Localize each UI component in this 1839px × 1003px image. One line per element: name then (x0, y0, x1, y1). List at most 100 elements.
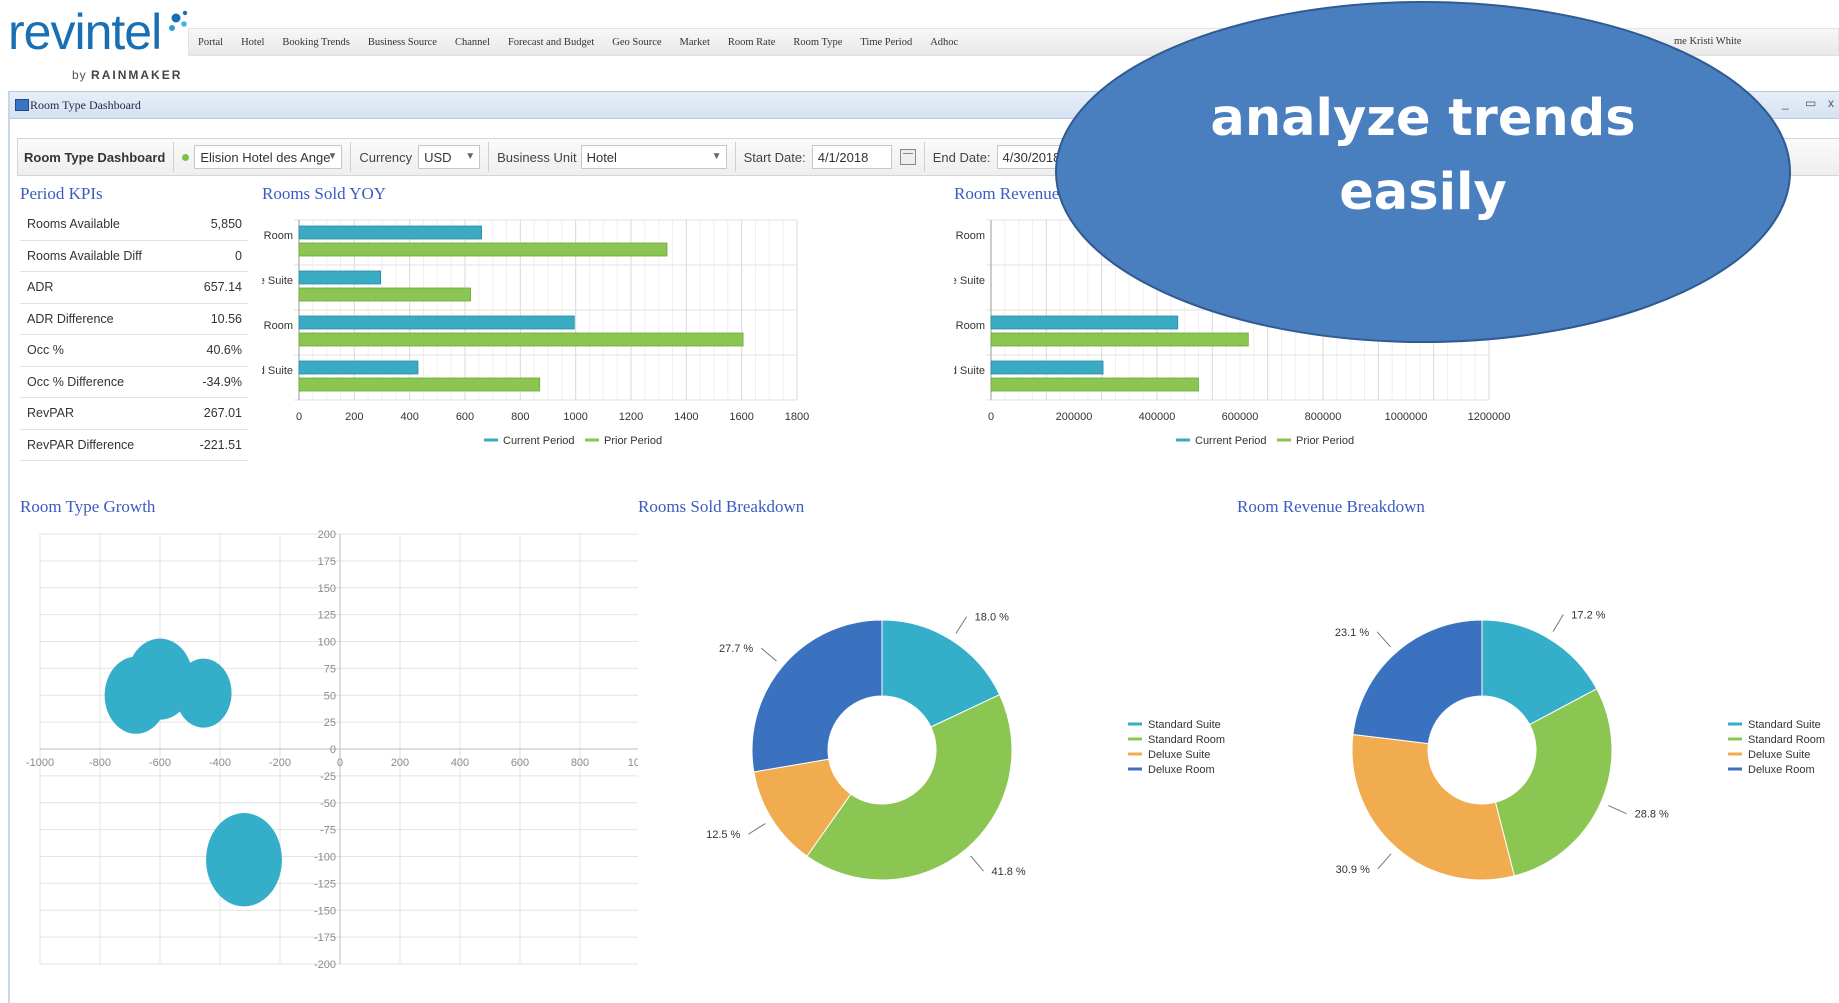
menu-item-market[interactable]: Market (671, 37, 719, 48)
y-tick-label: -200 (314, 959, 336, 971)
kpi-value: -221.51 (199, 437, 242, 452)
slice-leader-line (1608, 805, 1627, 815)
slice-leader-line (1552, 614, 1564, 632)
kpi-label: Rooms Available Diff (27, 248, 142, 263)
business-unit-select[interactable]: Hotel ▼ (580, 145, 727, 169)
slice-value-label: 23.1 % (1335, 627, 1369, 639)
chevron-down-icon: ▼ (465, 151, 476, 162)
slice-value-label: 18.0 % (975, 612, 1009, 624)
menu-item-business-source[interactable]: Business Source (359, 37, 446, 48)
start-date-calendar-icon[interactable] (899, 149, 916, 165)
kpi-table: Rooms Available 5,850 Rooms Available Diff… (20, 209, 248, 461)
callout-text: analyze trends easily (1052, 82, 1794, 230)
menu-item-portal[interactable]: Portal (189, 37, 232, 48)
bubble-point (206, 813, 282, 907)
kpi-value: -34.9% (202, 374, 242, 389)
y-tick-label: 0 (330, 744, 336, 756)
kpi-label: ADR (27, 280, 54, 295)
slice-standard-room (1494, 688, 1613, 877)
x-tick-label: -800 (89, 757, 111, 769)
bar-prior-period (298, 287, 471, 302)
window-icon (15, 99, 29, 111)
x-tick-label: 1200000 (1468, 411, 1511, 423)
maximize-button[interactable]: ▭ (1805, 96, 1816, 110)
kpi-row: RevPAR 267.01 (20, 398, 248, 430)
y-tick-label: 25 (324, 717, 336, 729)
menu-item-forecast-budget[interactable]: Forecast and Budget (499, 37, 603, 48)
legend-label-current: Current Period (1195, 435, 1267, 447)
kpi-label: Occ % Difference (27, 374, 125, 389)
menu-item-room-type[interactable]: Room Type (784, 37, 851, 48)
kpi-label: RevPAR Difference (27, 437, 135, 452)
x-tick-label: 1800 (785, 411, 809, 423)
slice-deluxe-room (1352, 619, 1483, 745)
bar-current-period (298, 225, 483, 240)
x-tick-label: 400000 (1139, 411, 1176, 423)
business-unit-label: Business Unit (497, 149, 577, 165)
bar-prior-period (298, 332, 744, 347)
callout-line-1: analyze trends (1210, 89, 1636, 148)
menu-item-room-rate[interactable]: Room Rate (719, 37, 785, 48)
logo-byline: by RAINMAKER (72, 68, 182, 82)
x-tick-label: 600000 (1222, 411, 1259, 423)
hotel-select[interactable]: Elision Hotel des Ange ▼ (194, 145, 343, 169)
bubble-point (175, 658, 232, 728)
dashboard-label: Room Type Dashboard (24, 149, 166, 165)
kpi-value: 10.56 (210, 311, 242, 326)
x-tick-label: 1200 (619, 411, 643, 423)
x-tick-label: -1000 (26, 757, 54, 769)
bubble-point (104, 656, 168, 734)
slice-leader-line (955, 616, 968, 634)
y-tick-label: 200 (318, 529, 336, 541)
rooms-sold-breakdown-chart: 18.0 % 41.8 % 12.5 % 27.7 % Standard Suite St… (706, 612, 1225, 881)
start-date-input[interactable]: 4/1/2018 (811, 145, 892, 169)
callout-line-2: easily (1339, 163, 1507, 222)
x-tick-label: 600 (511, 757, 529, 769)
y-tick-label: -100 (314, 852, 336, 864)
divider (350, 142, 352, 172)
divider (488, 142, 490, 172)
y-tick-label: 50 (324, 690, 336, 702)
x-tick-label: 1000000 (1385, 411, 1428, 423)
bar-prior-period (990, 377, 1199, 392)
period-kpis-title: Period KPIs (20, 184, 103, 203)
legend-label-prior: Prior Period (1296, 435, 1354, 447)
menu-item-time-period[interactable]: Time Period (851, 37, 921, 48)
slice-value-label: 41.8 % (991, 866, 1025, 878)
rooms-sold-breakdown-title: Rooms Sold Breakdown (638, 497, 805, 516)
legend-label: Standard Room (1148, 734, 1225, 746)
legend-label: Deluxe Room (1748, 764, 1815, 776)
menu-item-channel[interactable]: Channel (446, 37, 499, 48)
kpi-row: ADR Difference 10.56 (20, 304, 248, 335)
y-tick-label: -150 (314, 905, 336, 917)
hotel-select-value: Elision Hotel des Ange (200, 149, 331, 165)
kpi-value: 657.14 (203, 280, 242, 295)
kpi-label: ADR Difference (27, 311, 114, 326)
status-dot-icon (182, 153, 190, 161)
legend-label: Standard Suite (1148, 719, 1221, 731)
legend-label: Deluxe Suite (1148, 749, 1210, 761)
menu-item-adhoc[interactable]: Adhoc (921, 37, 967, 48)
menu-item-hotel[interactable]: Hotel (232, 37, 273, 48)
currency-select[interactable]: USD ▼ (418, 145, 481, 169)
start-date-label: Start Date: (743, 149, 806, 165)
bar-prior-period (298, 377, 541, 392)
menu-item-booking-trends[interactable]: Booking Trends (273, 37, 358, 48)
revintel-logo[interactable]: revintel by RAINMAKER (8, 6, 188, 82)
menu-item-geo-source[interactable]: Geo Source (603, 37, 670, 48)
y-tick-label: -25 (320, 771, 336, 783)
slice-leader-line (970, 855, 984, 872)
divider (173, 142, 175, 172)
slice-deluxe-room (751, 619, 883, 773)
x-tick-label: 200 (391, 757, 409, 769)
y-tick-label: 150 (318, 583, 336, 595)
room-type-growth-chart: -1000-800-600-400-2000200400600800100020… (26, 529, 638, 971)
close-button[interactable]: x (1828, 96, 1834, 110)
legend-label: Standard Room (1748, 734, 1825, 746)
kpi-value: 5,850 (210, 217, 242, 232)
x-tick-label: 200 (345, 411, 363, 423)
slice-value-label: 27.7 % (719, 643, 753, 655)
rooms-sold-yoy-title: Rooms Sold YOY (262, 184, 387, 203)
category-label: Standard Room (954, 320, 985, 332)
room-type-growth-title: Room Type Growth (20, 497, 156, 516)
